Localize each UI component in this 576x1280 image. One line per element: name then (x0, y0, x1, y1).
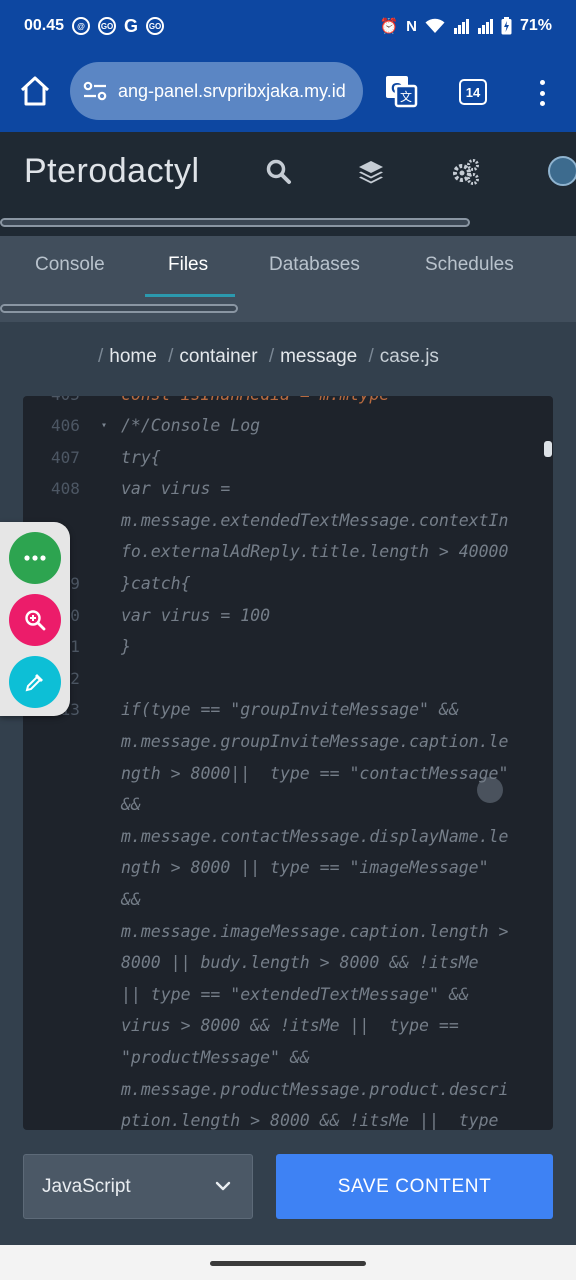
battery-charging-icon (501, 17, 512, 35)
breadcrumb-separator: / (168, 346, 174, 367)
save-content-button[interactable]: SAVE CONTENT (276, 1154, 553, 1219)
app-header: Pterodactyl (0, 132, 576, 236)
code-line[interactable]: try{ (121, 448, 161, 467)
breadcrumb-message[interactable]: message (280, 346, 357, 367)
battery-level: 71% (519, 17, 552, 34)
brand-title[interactable]: Pterodactyl (24, 152, 200, 191)
code-line[interactable]: "productMessage" && (121, 1048, 310, 1067)
zoom-in-icon (25, 610, 46, 631)
code-line[interactable]: m.message.extendedTextMessage.contextIn (121, 511, 508, 530)
language-select[interactable]: JavaScript (23, 1154, 253, 1219)
code-editor[interactable]: 405 const isInanMedia = m.mtype 406▾/*/C… (23, 396, 553, 1130)
code-line[interactable]: /*/Console Log (121, 416, 260, 435)
server-nav-tabs: Console Files Databases Schedules (0, 236, 576, 322)
language-select-value: JavaScript (42, 1175, 131, 1197)
code-line[interactable]: } (121, 637, 131, 656)
code-line[interactable]: m.message.contactMessage.displayName.le (121, 827, 508, 846)
code-line[interactable]: }catch{ (121, 574, 191, 593)
horizontal-scrollbar[interactable] (0, 218, 470, 227)
layers-icon[interactable] (357, 158, 385, 186)
code-line[interactable]: const isInanMedia = m.mtype (121, 396, 389, 404)
code-line[interactable]: && (121, 890, 141, 909)
nfc-icon: N (406, 17, 417, 35)
code-line[interactable]: m.message.productMessage.product.descri (121, 1080, 508, 1099)
breadcrumb-separator: / (268, 346, 275, 367)
signal-icon (453, 19, 469, 34)
active-tab-indicator (145, 294, 235, 297)
tab-schedules[interactable]: Schedules (425, 254, 514, 276)
gojek-icon: GO (98, 17, 117, 35)
code-line[interactable]: ngth > 8000 || type == "imageMessage" (121, 858, 489, 877)
browser-toolbar: ang-panel.srvpribxjaka.my.id G 文 14 (0, 52, 576, 132)
code-line[interactable]: || type == "extendedTextMessage" && (121, 985, 469, 1004)
wifi-icon (425, 18, 445, 33)
gesture-handle[interactable] (210, 1261, 366, 1266)
code-line[interactable]: m.message.imageMessage.caption.length > (121, 922, 508, 941)
url-text[interactable]: ang-panel.srvpribxjaka.my.id (118, 81, 346, 102)
chevron-down-icon (215, 1181, 231, 1191)
more-options-icon (24, 555, 46, 561)
code-line[interactable]: var virus = 100 (121, 606, 270, 625)
editor-scroll-thumb[interactable] (544, 441, 552, 457)
fold-toggle-icon[interactable]: ▾ (101, 420, 107, 431)
svg-text:文: 文 (400, 89, 412, 104)
search-icon[interactable] (265, 158, 293, 186)
line-number: 407 (51, 447, 80, 467)
translate-icon[interactable]: G 文 (384, 74, 418, 108)
alarm-icon: ⏰ (379, 18, 399, 35)
system-navigation-bar (0, 1245, 576, 1280)
line-number: 405 (51, 396, 111, 404)
code-line[interactable]: m.message.groupInviteMessage.caption.le (121, 732, 508, 751)
threads-icon: @ (72, 17, 91, 35)
code-line[interactable]: var virus = (121, 479, 230, 498)
site-settings-icon[interactable] (82, 78, 108, 104)
floating-tool-panel (0, 522, 70, 716)
tab-files[interactable]: Files (168, 254, 208, 276)
settings-cogs-icon[interactable] (452, 158, 480, 186)
eyedropper-icon (25, 674, 43, 692)
code-line[interactable]: 8000 || budy.length > 8000 && !itsMe (121, 953, 479, 972)
status-right: ⏰ N 71% (379, 17, 552, 35)
breadcrumb-container[interactable]: container (179, 346, 257, 367)
google-icon: G (124, 15, 139, 36)
status-bar: 00.45 @ GO G GO ⏰ N 71% (0, 0, 576, 52)
zoom-button[interactable] (9, 594, 61, 646)
breadcrumb-separator: / (368, 346, 374, 367)
tab-databases[interactable]: Databases (269, 254, 360, 276)
gojek-icon: GO (146, 17, 165, 35)
breadcrumb-home[interactable]: home (109, 346, 157, 367)
line-number: 408 (51, 479, 80, 499)
breadcrumb-current-file: case.js (379, 346, 439, 367)
more-options-button[interactable] (9, 532, 61, 584)
code-line[interactable]: virus > 8000 && !itsMe || type == (121, 1016, 459, 1035)
code-line[interactable]: && (121, 795, 141, 814)
more-menu-icon[interactable] (530, 78, 554, 108)
color-picker-button[interactable] (9, 656, 61, 708)
status-left: 00.45 @ GO G GO (24, 15, 165, 37)
tab-console[interactable]: Console (35, 254, 105, 276)
breadcrumb-separator: / (98, 346, 104, 367)
address-bar[interactable]: ang-panel.srvpribxjaka.my.id (70, 62, 363, 120)
code-line[interactable]: if(type == "groupInviteMessage" && (121, 700, 459, 719)
code-line[interactable]: ption.length > 8000 && !itsMe || type (121, 1111, 499, 1130)
tab-switcher-button[interactable]: 14 (459, 79, 487, 105)
code-line[interactable]: ngth > 8000|| type == "contactMessage" (121, 764, 508, 783)
code-line[interactable]: fo.externalAdReply.title.length > 40000 (121, 542, 508, 561)
tabs-scrollbar[interactable] (0, 304, 238, 313)
signal-icon (477, 19, 493, 34)
avatar[interactable] (548, 156, 576, 186)
home-icon[interactable] (18, 74, 52, 108)
breadcrumb: / home / container / message / case.js (92, 346, 439, 368)
status-time: 00.45 (24, 17, 65, 34)
